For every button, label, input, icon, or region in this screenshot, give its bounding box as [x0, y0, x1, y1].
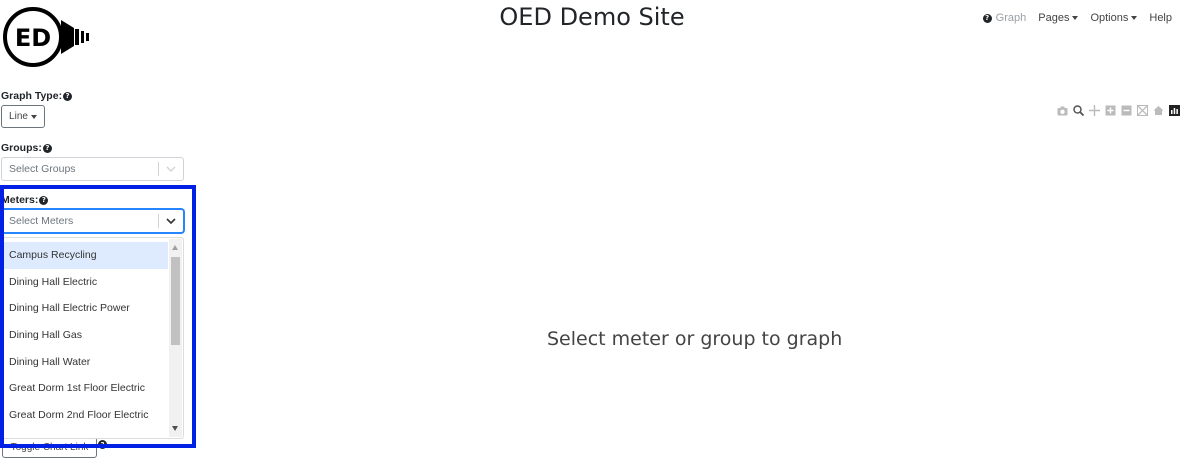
graph-type-label-text: Graph Type:	[1, 90, 63, 102]
nav-pages-dropdown[interactable]: Pages	[1038, 12, 1079, 24]
nav-graph-label: Graph	[995, 12, 1027, 24]
autoscale-icon[interactable]	[1137, 105, 1148, 116]
nav-help[interactable]: Help	[1149, 12, 1172, 24]
groups-label: Groups: ?	[1, 142, 52, 154]
camera-icon[interactable]	[1057, 105, 1068, 116]
nav-graph[interactable]: ? Graph	[982, 12, 1027, 24]
highlight-frame	[0, 185, 196, 448]
zoom-icon[interactable]	[1073, 105, 1084, 116]
groups-placeholder: Select Groups	[9, 163, 76, 175]
reset-axes-icon[interactable]	[1153, 105, 1164, 116]
help-icon: ?	[982, 13, 992, 23]
caret-down-icon	[30, 114, 37, 119]
chart-modebar	[1057, 105, 1180, 116]
caret-down-icon	[1072, 16, 1079, 20]
caret-down-icon	[1131, 16, 1138, 20]
graph-type-dropdown[interactable]: Line	[1, 105, 45, 128]
plotly-logo-icon[interactable]	[1169, 105, 1180, 116]
nav-pages-label: Pages	[1038, 12, 1070, 24]
graph-type-value: Line	[9, 111, 28, 122]
chevron-down-icon[interactable]	[159, 166, 183, 172]
help-icon[interactable]: ?	[42, 143, 52, 153]
zoom-out-icon[interactable]	[1121, 105, 1132, 116]
groups-label-text: Groups:	[1, 142, 42, 154]
empty-graph-message: Select meter or group to graph	[547, 328, 843, 350]
help-icon[interactable]: ?	[63, 91, 73, 101]
graph-type-label: Graph Type: ?	[1, 90, 73, 102]
top-nav: ? Graph Pages Options Help	[982, 12, 1172, 24]
nav-options-label: Options	[1090, 12, 1129, 24]
nav-help-label: Help	[1149, 12, 1172, 24]
nav-options-dropdown[interactable]: Options	[1090, 12, 1138, 24]
pan-icon[interactable]	[1089, 105, 1100, 116]
zoom-in-icon[interactable]	[1105, 105, 1116, 116]
groups-select[interactable]: Select Groups	[1, 157, 184, 181]
